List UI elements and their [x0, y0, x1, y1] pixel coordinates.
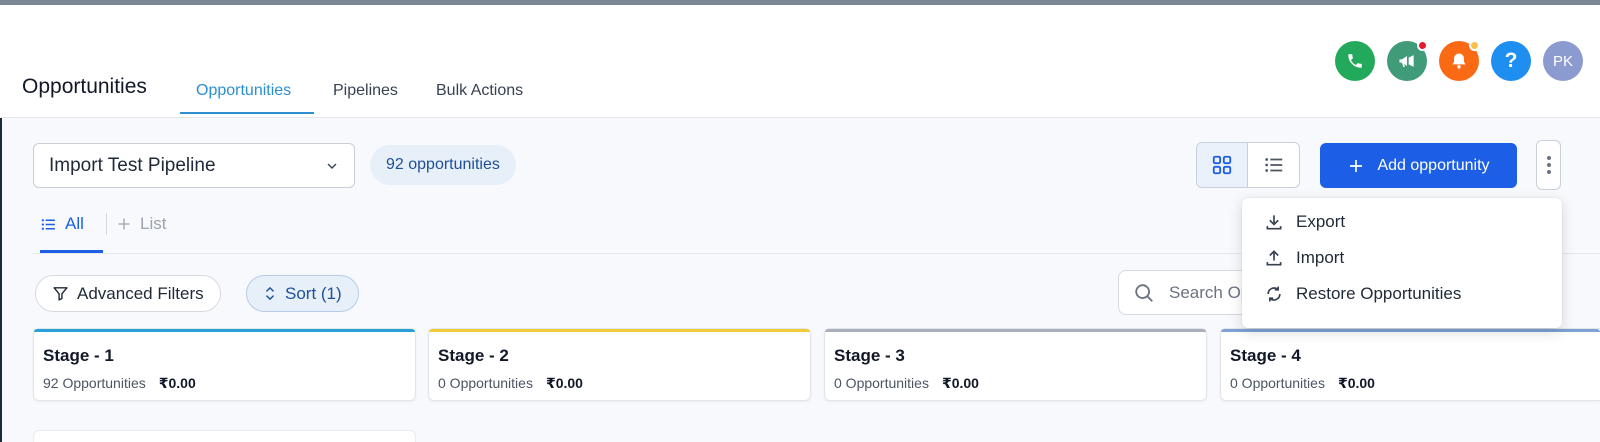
- avatar[interactable]: PK: [1543, 41, 1583, 81]
- opportunity-count-badge: 92 opportunities: [370, 145, 516, 185]
- sort-label: Sort (1): [285, 283, 342, 303]
- stage-color-bar: [1221, 329, 1600, 332]
- stage-card-1[interactable]: Stage - 1 92 Opportunities ₹0.00: [33, 328, 416, 401]
- menu-item-label: Export: [1296, 212, 1346, 231]
- menu-item-label: Restore Opportunities: [1296, 284, 1462, 303]
- subtab-all-label: All: [65, 214, 84, 233]
- stage-meta: 0 Opportunities ₹0.00: [438, 375, 583, 392]
- vertical-dots-icon: [1546, 156, 1551, 174]
- subtab-divider: [106, 213, 107, 235]
- list-bullets-icon: [41, 218, 55, 230]
- stage-title: Stage - 4: [1230, 346, 1301, 365]
- page-title: Opportunities: [22, 75, 147, 98]
- stage-title: Stage - 2: [438, 346, 509, 365]
- sort-icon: [265, 286, 275, 301]
- plus-icon: [118, 218, 130, 230]
- stage-amount: ₹0.00: [158, 375, 196, 391]
- list-icon: [1264, 158, 1282, 172]
- add-opportunity-button[interactable]: Add opportunity: [1320, 143, 1517, 188]
- plus-icon: [1350, 159, 1363, 172]
- stage-count: 0 Opportunities: [438, 375, 533, 391]
- avatar-initials: PK: [1552, 52, 1573, 70]
- help-button[interactable]: ?: [1491, 41, 1531, 81]
- grid-view-button[interactable]: [1197, 143, 1249, 187]
- more-options-button[interactable]: [1536, 140, 1561, 190]
- tab-opportunities[interactable]: Opportunities: [196, 82, 291, 100]
- menu-item-restore[interactable]: Restore Opportunities: [1242, 276, 1562, 312]
- stage-count: 92 Opportunities: [43, 375, 146, 391]
- menu-item-label: Import: [1296, 248, 1345, 267]
- bell-badge: [1469, 40, 1480, 51]
- upload-icon: [1266, 250, 1282, 266]
- stage-title: Stage - 1: [43, 346, 114, 365]
- announcements-button[interactable]: [1387, 40, 1428, 81]
- stage-amount: ₹0.00: [941, 375, 979, 391]
- stage-color-bar: [825, 329, 1206, 332]
- subtab-all[interactable]: All: [40, 214, 84, 234]
- megaphone-icon: [1399, 55, 1414, 67]
- stage-color-bar: [429, 329, 810, 332]
- stage-color-bar: [34, 329, 415, 332]
- help-icon: ?: [1504, 49, 1518, 72]
- notifications-button[interactable]: [1439, 40, 1480, 81]
- chevron-down-icon: [327, 163, 337, 169]
- add-opportunity-label: Add opportunity: [1377, 156, 1490, 174]
- stage-card-3[interactable]: Stage - 3 0 Opportunities ₹0.00: [824, 328, 1207, 401]
- opportunity-card[interactable]: [33, 430, 416, 442]
- phone-button[interactable]: [1335, 41, 1375, 81]
- stage-card-2[interactable]: Stage - 2 0 Opportunities ₹0.00: [428, 328, 811, 401]
- menu-item-import[interactable]: Import: [1242, 240, 1562, 276]
- tab-pipelines[interactable]: Pipelines: [333, 82, 398, 100]
- pipeline-select[interactable]: Import Test Pipeline: [33, 143, 355, 188]
- stage-title: Stage - 3: [834, 346, 905, 365]
- stage-count: 0 Opportunities: [834, 375, 929, 391]
- stage-card-4[interactable]: Stage - 4 0 Opportunities ₹0.00: [1220, 328, 1600, 401]
- advanced-filters-label: Advanced Filters: [77, 283, 204, 303]
- app-header: ? PK Opportunities Opportunities Pipelin…: [0, 5, 1600, 118]
- subtab-list-label: List: [140, 214, 167, 233]
- sort-button[interactable]: Sort (1): [246, 275, 359, 312]
- bell-icon: [1452, 53, 1466, 69]
- stage-meta: 92 Opportunities ₹0.00: [43, 375, 196, 392]
- stage-amount: ₹0.00: [545, 375, 583, 391]
- menu-item-export[interactable]: Export: [1242, 204, 1562, 240]
- view-toggle: [1196, 142, 1300, 188]
- active-tab-indicator: [180, 112, 314, 114]
- advanced-filters-button[interactable]: Advanced Filters: [35, 275, 221, 312]
- download-icon: [1266, 215, 1282, 230]
- tab-bulk-actions[interactable]: Bulk Actions: [436, 82, 523, 100]
- stage-meta: 0 Opportunities ₹0.00: [834, 375, 979, 392]
- more-options-menu: Export Import Restore Opportunities: [1242, 198, 1562, 328]
- stage-meta: 0 Opportunities ₹0.00: [1230, 375, 1375, 392]
- stage-count: 0 Opportunities: [1230, 375, 1325, 391]
- search-icon: [1135, 283, 1153, 302]
- megaphone-badge: [1417, 40, 1428, 51]
- pipeline-select-value: Import Test Pipeline: [49, 154, 216, 176]
- grid-icon: [1212, 155, 1232, 175]
- stage-amount: ₹0.00: [1337, 375, 1375, 391]
- subtab-add-list[interactable]: List: [116, 214, 166, 234]
- restore-icon: [1267, 286, 1281, 302]
- filter-icon: [53, 287, 68, 301]
- phone-icon: [1348, 54, 1362, 68]
- list-view-button[interactable]: [1248, 143, 1299, 187]
